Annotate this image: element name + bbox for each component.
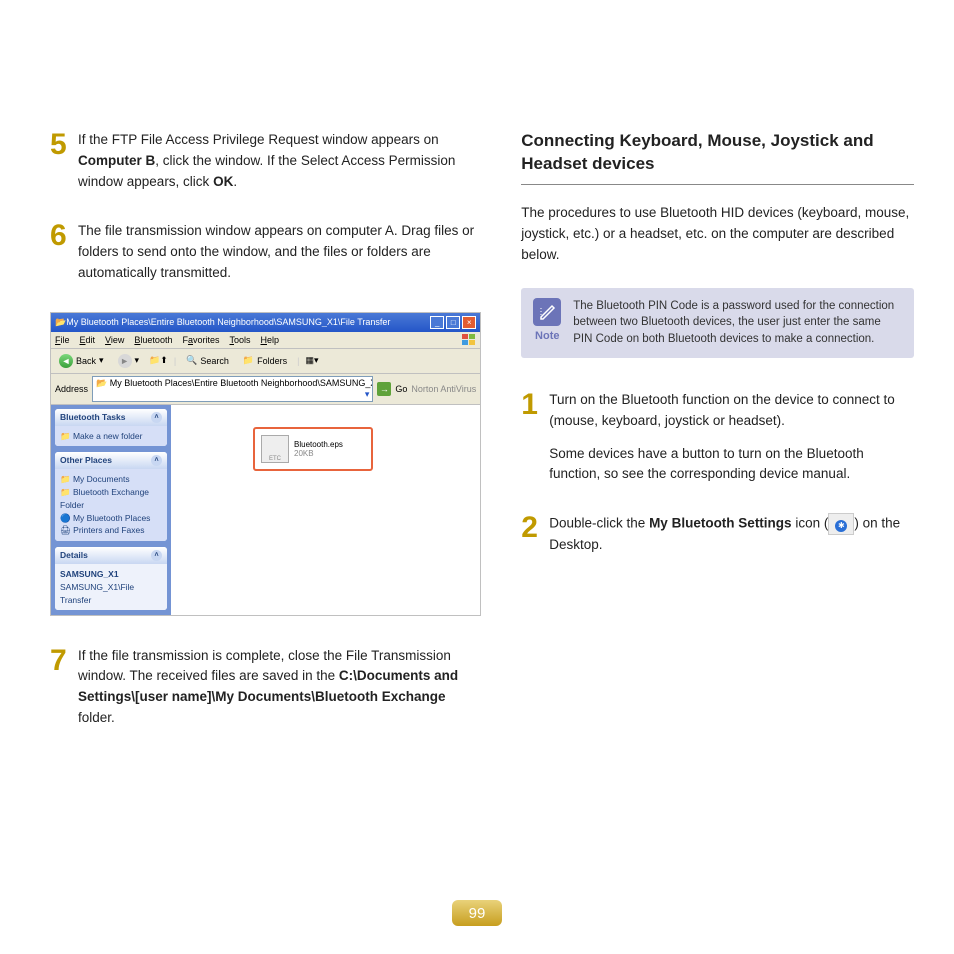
- file-size: 20KB: [294, 449, 343, 458]
- chevron-icon[interactable]: ˄: [151, 412, 162, 423]
- file-icon: ETC: [261, 435, 289, 463]
- step-number: 1: [521, 390, 549, 486]
- panel-other-places: Other Places˄ 📁 My Documents 📁 Bluetooth…: [55, 452, 167, 541]
- chevron-icon[interactable]: ˄: [151, 455, 162, 466]
- folders-button[interactable]: 📁Folders: [239, 353, 291, 368]
- note-text: The Bluetooth PIN Code is a password use…: [573, 298, 902, 348]
- maximize-button[interactable]: □: [446, 316, 460, 329]
- step-text: If the file transmission is complete, cl…: [78, 646, 481, 730]
- address-input[interactable]: 📂 My Bluetooth Places\Entire Bluetooth N…: [92, 376, 373, 402]
- step-1: 1 Turn on the Bluetooth function on the …: [521, 390, 914, 486]
- panel-item[interactable]: 📁 Make a new folder: [60, 430, 162, 443]
- text: Some devices have a button to turn on th…: [549, 444, 914, 486]
- page-number: 99: [452, 900, 502, 926]
- details-line: SAMSUNG_X1\File Transfer: [60, 581, 162, 607]
- step-number: 5: [50, 130, 78, 193]
- xp-explorer-window: 📂 My Bluetooth Places\Entire Bluetooth N…: [50, 312, 481, 616]
- go-label: Go: [395, 384, 407, 394]
- text: icon (: [792, 516, 829, 531]
- step-5: 5 If the FTP File Access Privilege Reque…: [50, 130, 481, 193]
- step-7: 7 If the file transmission is complete, …: [50, 646, 481, 730]
- menu-favorites[interactable]: Favorites: [182, 335, 219, 345]
- address-label: Address: [55, 384, 88, 394]
- left-column: 5 If the FTP File Access Privilege Reque…: [50, 130, 481, 757]
- step-text: Turn on the Bluetooth function on the de…: [549, 390, 914, 486]
- panel-header[interactable]: Other Places˄: [55, 452, 167, 469]
- side-panel: Bluetooth Tasks˄ 📁 Make a new folder Oth…: [51, 405, 171, 615]
- toolbar: ◄Back ▾ ►▾ 📁⬆ | 🔍Search 📁Folders | ▦▾: [51, 349, 480, 374]
- text: Double-click the: [549, 516, 649, 531]
- norton-label: Norton AntiVirus: [411, 384, 476, 394]
- intro-text: The procedures to use Bluetooth HID devi…: [521, 203, 914, 266]
- close-button[interactable]: ×: [462, 316, 476, 329]
- step-text: If the FTP File Access Privilege Request…: [78, 130, 481, 193]
- note-box: Note The Bluetooth PIN Code is a passwor…: [521, 288, 914, 358]
- search-button[interactable]: 🔍Search: [182, 353, 233, 368]
- menu-view[interactable]: View: [105, 335, 124, 345]
- menu-help[interactable]: Help: [261, 335, 280, 345]
- step-text: The file transmission window appears on …: [78, 221, 481, 284]
- views-button[interactable]: ▦▾: [306, 355, 319, 366]
- up-button[interactable]: 📁⬆: [149, 355, 168, 366]
- panel-item[interactable]: 📁 My Documents: [60, 473, 162, 486]
- file-item[interactable]: ETC Bluetooth.eps 20KB: [261, 435, 343, 463]
- minimize-button[interactable]: _: [430, 316, 444, 329]
- panel-details: Details˄ SAMSUNG_X1 SAMSUNG_X1\File Tran…: [55, 547, 167, 610]
- menubar: FFileile Edit View Bluetooth Favorites T…: [51, 333, 283, 347]
- go-button[interactable]: →: [377, 382, 391, 396]
- menu-bluetooth[interactable]: Bluetooth: [134, 335, 172, 345]
- text: Turn on the Bluetooth function on the de…: [549, 390, 914, 432]
- menu-file[interactable]: FFileile: [55, 335, 70, 345]
- bold-text: Computer B: [78, 153, 155, 168]
- chevron-icon[interactable]: ˄: [151, 550, 162, 561]
- panel-bluetooth-tasks: Bluetooth Tasks˄ 📁 Make a new folder: [55, 409, 167, 447]
- titlebar-icon: 📂: [55, 317, 66, 328]
- bold-text: My Bluetooth Settings: [649, 516, 792, 531]
- text: folder.: [78, 710, 115, 725]
- address-bar: Address 📂 My Bluetooth Places\Entire Blu…: [51, 374, 480, 405]
- menu-edit[interactable]: Edit: [80, 335, 96, 345]
- bluetooth-settings-icon: ✱: [828, 513, 854, 535]
- panel-item[interactable]: 🔵 My Bluetooth Places: [60, 512, 162, 525]
- panel-header[interactable]: Details˄: [55, 547, 167, 564]
- back-button[interactable]: ◄Back ▾: [55, 352, 108, 370]
- panel-header[interactable]: Bluetooth Tasks˄: [55, 409, 167, 426]
- details-line: SAMSUNG_X1: [60, 568, 162, 581]
- note-icon: [533, 298, 561, 326]
- bold-text: OK: [213, 174, 233, 189]
- step-2: 2 Double-click the My Bluetooth Settings…: [521, 513, 914, 556]
- step-number: 6: [50, 221, 78, 284]
- note-label: Note: [533, 330, 561, 342]
- menu-tools[interactable]: Tools: [229, 335, 250, 345]
- file-pane[interactable]: ETC Bluetooth.eps 20KB: [171, 405, 480, 615]
- text: .: [233, 174, 237, 189]
- panel-item[interactable]: 🖨 Printers and Faxes: [60, 524, 162, 537]
- forward-button[interactable]: ►▾: [114, 352, 144, 370]
- step-6: 6 The file transmission window appears o…: [50, 221, 481, 284]
- panel-item[interactable]: 📁 Bluetooth Exchange Folder: [60, 486, 162, 512]
- file-name: Bluetooth.eps: [294, 440, 343, 449]
- text: If the FTP File Access Privilege Request…: [78, 132, 439, 147]
- titlebar-text: My Bluetooth Places\Entire Bluetooth Nei…: [66, 317, 430, 327]
- step-text: Double-click the My Bluetooth Settings i…: [549, 513, 914, 556]
- step-number: 7: [50, 646, 78, 730]
- windows-logo-icon: [458, 332, 480, 348]
- right-column: Connecting Keyboard, Mouse, Joystick and…: [521, 130, 914, 757]
- titlebar[interactable]: 📂 My Bluetooth Places\Entire Bluetooth N…: [51, 313, 480, 332]
- section-heading: Connecting Keyboard, Mouse, Joystick and…: [521, 130, 914, 185]
- step-number: 2: [521, 513, 549, 556]
